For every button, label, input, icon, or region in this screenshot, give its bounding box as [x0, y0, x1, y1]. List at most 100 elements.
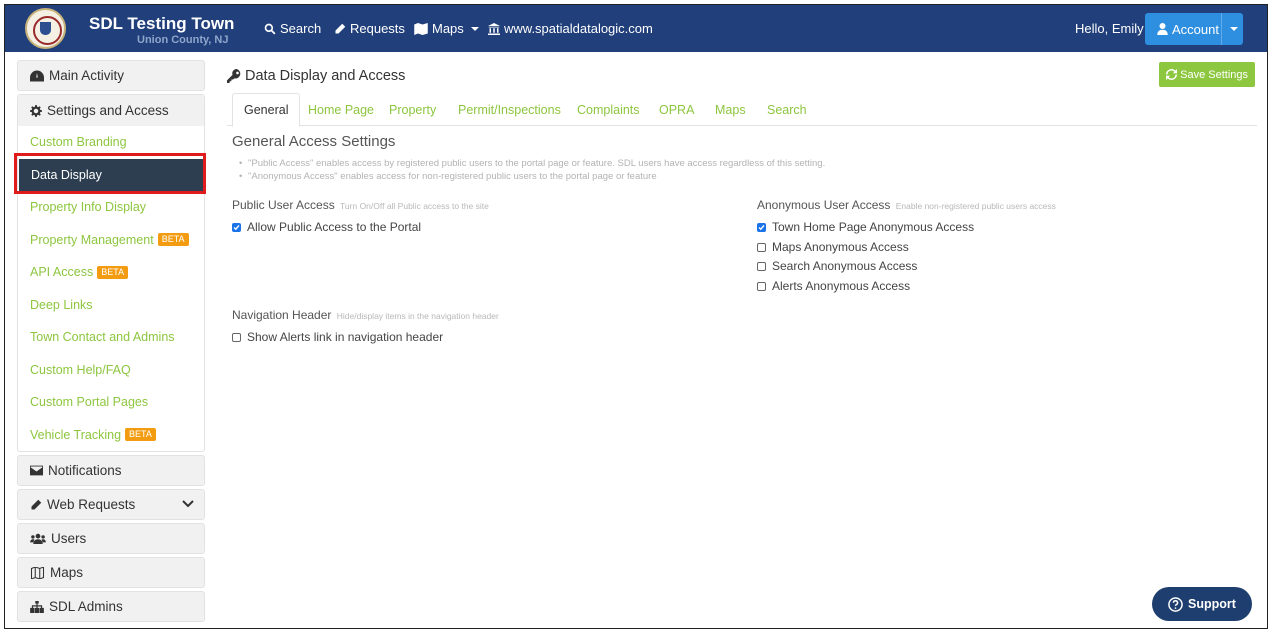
group-label-text: Navigation Header — [232, 308, 332, 322]
tab-search[interactable]: Search — [767, 93, 807, 126]
sitemap-icon — [30, 600, 44, 613]
maps-anonymous-checkbox[interactable] — [757, 242, 766, 252]
anonymous-user-access-label: Anonymous User Access Enable non-registe… — [757, 198, 1056, 212]
allow-public-access-checkbox[interactable] — [232, 222, 241, 232]
info-note-anonymous-access: "Anonymous Access" enables access for no… — [239, 171, 657, 182]
nav-website-link[interactable]: www.spatialdatalogic.com — [488, 21, 653, 36]
allow-public-access-option[interactable]: Allow Public Access to the Portal — [232, 220, 421, 234]
town-seal-logo — [25, 8, 66, 49]
map-icon — [30, 566, 45, 579]
sidebar-label: Settings and Access — [47, 103, 169, 118]
user-icon — [1157, 23, 1168, 35]
gear-icon — [30, 104, 42, 117]
sidebar: Main Activity Settings and Access Custom… — [17, 60, 205, 625]
sidebar-item-property-info-display[interactable]: Property Info Display — [18, 191, 204, 224]
town-home-page-anonymous-option[interactable]: Town Home Page Anonymous Access — [757, 220, 974, 234]
sidebar-item-custom-help[interactable]: Custom Help/FAQ — [18, 354, 204, 387]
alerts-anonymous-option[interactable]: Alerts Anonymous Access — [757, 279, 910, 293]
account-dropdown-toggle[interactable] — [1221, 13, 1243, 45]
sidebar-item-main-activity[interactable]: Main Activity — [17, 60, 205, 91]
caret-down-icon — [1230, 27, 1238, 31]
tab-maps[interactable]: Maps — [715, 93, 746, 126]
account-label: Account — [1172, 21, 1219, 37]
app-window: SDL Testing Town Union County, NJ Search… — [4, 4, 1268, 629]
town-home-page-anonymous-checkbox[interactable] — [757, 222, 766, 232]
public-user-access-label: Public User Access Turn On/Off all Publi… — [232, 198, 489, 212]
search-anonymous-checkbox[interactable] — [757, 261, 766, 271]
sidebar-label: API Access — [30, 265, 94, 280]
group-hint: Hide/display items in the navigation hea… — [336, 311, 499, 321]
institution-icon — [488, 22, 500, 35]
group-hint: Enable non-registered public users acces… — [895, 201, 1056, 211]
chevron-down-icon[interactable] — [182, 499, 194, 509]
search-anonymous-option[interactable]: Search Anonymous Access — [757, 259, 917, 273]
sidebar-item-property-management[interactable]: Property Management BETA — [18, 224, 204, 257]
sidebar-label: Main Activity — [49, 68, 125, 83]
save-settings-button[interactable]: Save Settings — [1159, 62, 1255, 87]
users-icon — [30, 533, 46, 544]
sidebar-label: Vehicle Tracking — [30, 427, 122, 442]
tab-property[interactable]: Property — [389, 93, 436, 126]
nav-search-label: Search — [280, 21, 322, 36]
tab-general[interactable]: General — [232, 93, 301, 127]
checkbox-label: Allow Public Access to the Portal — [247, 220, 422, 234]
nav-maps-label: Maps — [432, 21, 464, 36]
beta-badge: BETA — [157, 233, 189, 247]
tab-complaints[interactable]: Complaints — [577, 93, 640, 126]
sidebar-item-api-access[interactable]: API Access BETA — [18, 256, 204, 289]
support-button[interactable]: Support — [1152, 587, 1252, 621]
question-circle-icon — [1168, 596, 1183, 612]
pencil-icon — [31, 499, 42, 509]
nav-maps-dropdown[interactable]: Maps — [414, 21, 479, 36]
nav-search-link[interactable]: Search — [264, 21, 321, 36]
sidebar-item-users[interactable]: Users — [17, 523, 205, 554]
sidebar-item-settings-access[interactable]: Settings and Access — [18, 95, 204, 126]
sidebar-label: Users — [51, 531, 87, 546]
town-name[interactable]: SDL Testing Town — [89, 14, 234, 34]
account-button[interactable]: Account — [1145, 13, 1243, 45]
section-title: General Access Settings — [232, 133, 396, 150]
settings-tabs: General Home Page Property Permit/Inspec… — [227, 93, 1257, 127]
search-icon — [264, 23, 276, 35]
sidebar-item-custom-branding[interactable]: Custom Branding — [18, 126, 204, 159]
nav-requests-link[interactable]: Requests — [334, 21, 405, 36]
sidebar-label: Maps — [50, 565, 84, 580]
sidebar-item-vehicle-tracking[interactable]: Vehicle Tracking BETA — [18, 419, 204, 452]
key-icon — [227, 69, 241, 83]
save-settings-label: Save Settings — [1180, 68, 1248, 81]
tab-permit-inspections[interactable]: Permit/Inspections — [458, 93, 561, 126]
checkbox-label: Search Anonymous Access — [772, 259, 918, 273]
sidebar-item-web-requests[interactable]: Web Requests — [17, 489, 205, 520]
page-title: Data Display and Access — [227, 68, 405, 84]
sidebar-item-sdl-admins[interactable]: SDL Admins — [17, 591, 205, 622]
page-title-text: Data Display and Access — [245, 68, 406, 84]
tab-home-page[interactable]: Home Page — [308, 93, 374, 126]
checkbox-label: Maps Anonymous Access — [772, 240, 909, 254]
nav-requests-label: Requests — [350, 21, 405, 36]
sidebar-item-custom-portal-pages[interactable]: Custom Portal Pages — [18, 386, 204, 419]
beta-badge: BETA — [125, 428, 156, 442]
checkbox-label: Town Home Page Anonymous Access — [772, 220, 975, 234]
sidebar-label: Notifications — [48, 463, 122, 478]
sidebar-item-data-display[interactable]: Data Display — [19, 158, 203, 191]
maps-anonymous-option[interactable]: Maps Anonymous Access — [757, 240, 909, 254]
tab-opra[interactable]: OPRA — [659, 93, 694, 126]
sidebar-item-maps[interactable]: Maps — [17, 557, 205, 588]
alerts-anonymous-checkbox[interactable] — [757, 281, 766, 291]
sidebar-item-town-contact[interactable]: Town Contact and Admins — [18, 321, 204, 354]
show-alerts-link-checkbox[interactable] — [232, 332, 241, 342]
group-label-text: Public User Access — [232, 198, 335, 212]
support-label: Support — [1188, 597, 1236, 611]
map-icon — [414, 22, 428, 35]
pencil-icon — [335, 23, 346, 33]
sidebar-item-deep-links[interactable]: Deep Links — [18, 289, 204, 322]
checkbox-label: Alerts Anonymous Access — [772, 279, 911, 293]
info-note-public-access: "Public Access" enables access by regist… — [239, 158, 825, 169]
user-greeting: Hello, Emily — [1075, 21, 1144, 36]
caret-down-icon — [470, 26, 479, 31]
beta-badge: BETA — [97, 265, 129, 279]
show-alerts-link-option[interactable]: Show Alerts link in navigation header — [232, 330, 443, 344]
sidebar-label: Web Requests — [47, 497, 136, 512]
sidebar-item-notifications[interactable]: Notifications — [17, 455, 205, 486]
sidebar-label: SDL Admins — [49, 599, 123, 614]
